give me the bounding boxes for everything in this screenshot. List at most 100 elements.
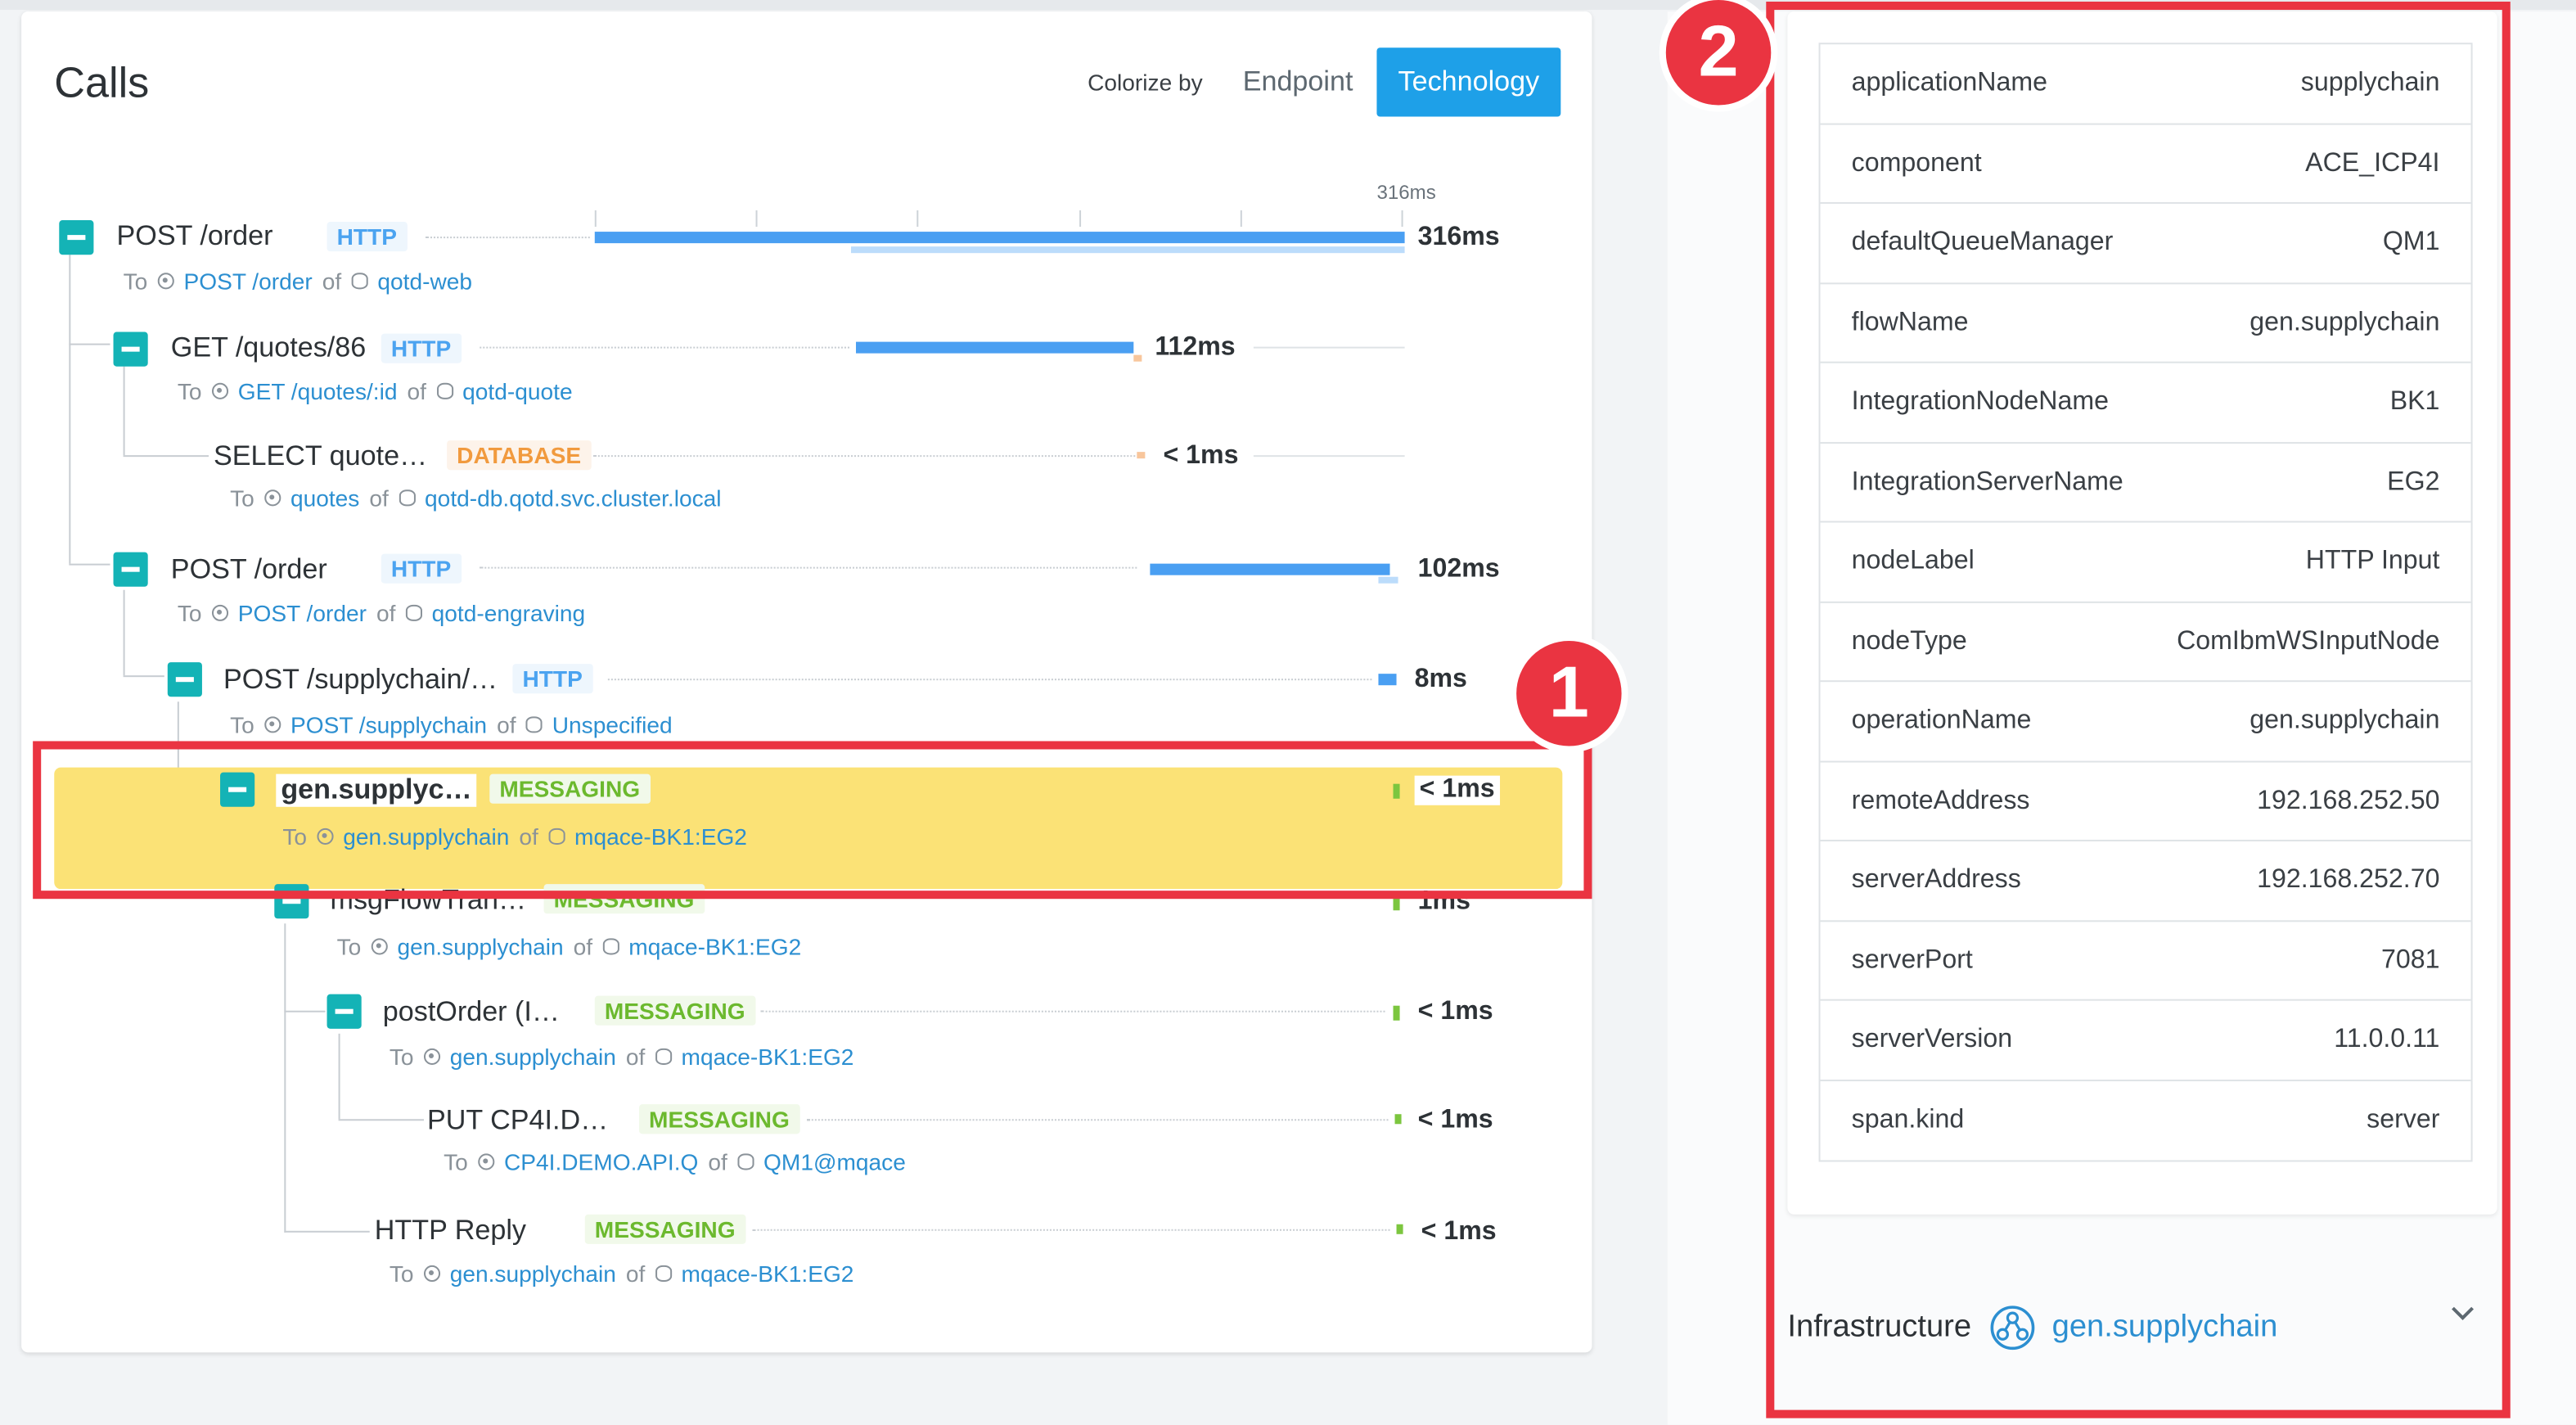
to-label: To (123, 268, 148, 295)
call-badge: HTTP (381, 333, 462, 363)
service-link[interactable]: Unspecified (552, 711, 673, 737)
endpoint-icon (371, 938, 388, 955)
span-bar[interactable] (594, 232, 1405, 244)
service-icon (351, 273, 368, 290)
span-bar-self (1378, 576, 1398, 584)
endpoint-link[interactable]: POST /order (183, 268, 312, 294)
span-bar[interactable] (1394, 1114, 1402, 1125)
row-guide (760, 1010, 1385, 1012)
to-label: To (230, 711, 254, 738)
endpoint-link[interactable]: gen.supplychain (450, 1260, 616, 1287)
row-guide (607, 679, 1372, 681)
call-name[interactable]: POST /order (117, 220, 273, 253)
call-name[interactable]: GET /quotes/86 (171, 332, 366, 365)
tree-line (284, 1230, 370, 1233)
call-name[interactable]: postOrder (I… (383, 996, 560, 1029)
call-badge: HTTP (512, 664, 592, 694)
endpoint-link[interactable]: gen.supplychain (450, 1044, 616, 1070)
calls-panel: Calls Colorize by Endpoint Technology 31… (21, 11, 1592, 1353)
service-link[interactable]: qotd-engraving (432, 600, 586, 626)
call-duration: < 1ms (1163, 442, 1239, 471)
collapse-toggle[interactable] (113, 552, 148, 587)
call-subtitle: To POST /order of qotd-engraving (178, 600, 585, 626)
of-label: of (376, 599, 396, 626)
collapse-toggle[interactable] (327, 994, 362, 1029)
tree-line (69, 255, 71, 564)
row-guide (592, 455, 1136, 458)
call-subtitle: To gen.supplychain of mqace-BK1:EG2 (337, 933, 802, 959)
service-icon (655, 1048, 672, 1065)
colorize-technology-button[interactable]: Technology (1376, 47, 1561, 117)
of-label: of (369, 485, 389, 512)
tree-line (123, 455, 209, 458)
call-subtitle: To GET /quotes/:id of qotd-quote (178, 378, 573, 404)
timeline-tick (755, 210, 758, 228)
span-bar[interactable] (1396, 1224, 1403, 1234)
to-label: To (389, 1043, 414, 1071)
service-icon (405, 604, 422, 621)
endpoint-link[interactable]: POST /order (238, 600, 367, 626)
service-link[interactable]: mqace-BK1:EG2 (682, 1044, 854, 1070)
call-badge: MESSAGING (638, 1104, 799, 1134)
endpoint-icon (263, 489, 281, 507)
to-label: To (177, 377, 202, 404)
call-duration: < 1ms (1421, 1217, 1497, 1246)
endpoint-link[interactable]: quotes (290, 485, 359, 511)
endpoint-link[interactable]: POST /supplychain (290, 711, 487, 737)
call-name[interactable]: HTTP Reply (375, 1215, 526, 1247)
row-guide (480, 566, 1137, 569)
tree-line (284, 1010, 326, 1012)
span-bar[interactable] (1137, 452, 1146, 459)
row-guide (752, 1229, 1390, 1231)
endpoint-link[interactable]: GET /quotes/:id (238, 378, 398, 404)
call-name[interactable]: POST /order (171, 554, 327, 587)
span-bar[interactable] (1393, 1005, 1400, 1021)
to-label: To (177, 599, 202, 626)
call-duration: 112ms (1155, 333, 1236, 362)
of-label: of (407, 377, 426, 404)
endpoint-link[interactable]: CP4I.DEMO.API.Q (504, 1148, 698, 1175)
call-name[interactable]: SELECT quote… (214, 440, 427, 473)
call-name[interactable]: POST /supplychain/… (223, 664, 498, 697)
collapse-toggle[interactable] (113, 331, 148, 367)
timeline-tick (1079, 210, 1082, 228)
call-name[interactable]: PUT CP4I.D… (427, 1104, 608, 1137)
span-bar[interactable] (1150, 563, 1390, 575)
service-link[interactable]: qotd-quote (462, 378, 572, 404)
call-duration: < 1ms (1417, 1106, 1493, 1134)
service-icon (655, 1265, 672, 1283)
service-icon (736, 1153, 754, 1170)
service-icon (436, 382, 453, 399)
endpoint-icon (263, 716, 281, 733)
call-badge: DATABASE (447, 440, 592, 471)
colorize-endpoint-button[interactable]: Endpoint (1222, 47, 1374, 117)
span-bar[interactable] (856, 341, 1134, 354)
call-subtitle: To POST /supplychain of Unspecified (230, 711, 673, 737)
row-guide (1253, 346, 1405, 349)
call-subtitle: To gen.supplychain of mqace-BK1:EG2 (390, 1044, 854, 1070)
service-link[interactable]: QM1@mqace (763, 1148, 906, 1175)
call-badge: HTTP (381, 553, 462, 584)
endpoint-link[interactable]: gen.supplychain (397, 933, 563, 959)
of-label: of (625, 1260, 646, 1287)
service-link[interactable]: mqace-BK1:EG2 (682, 1260, 854, 1287)
callout-box-1 (33, 741, 1592, 900)
span-bar[interactable] (1378, 674, 1397, 686)
service-icon (398, 489, 416, 507)
tree-line (123, 366, 125, 456)
tree-line (69, 563, 110, 566)
endpoint-icon (477, 1153, 494, 1170)
collapse-toggle[interactable] (167, 662, 202, 697)
tree-line (123, 589, 125, 676)
callout-box-2 (1766, 2, 2511, 1418)
service-link[interactable]: mqace-BK1:EG2 (628, 933, 801, 959)
service-link[interactable]: qotd-web (377, 268, 472, 294)
collapse-toggle[interactable] (59, 220, 94, 255)
timeline-max-label: 316ms (1376, 180, 1436, 204)
service-link[interactable]: qotd-db.qotd.svc.cluster.local (425, 485, 721, 511)
row-guide (1253, 455, 1405, 458)
call-subtitle: To quotes of qotd-db.qotd.svc.cluster.lo… (230, 485, 721, 511)
tree-line (123, 675, 164, 678)
call-subtitle: To gen.supplychain of mqace-BK1:EG2 (390, 1260, 854, 1287)
tree-line (69, 343, 110, 345)
